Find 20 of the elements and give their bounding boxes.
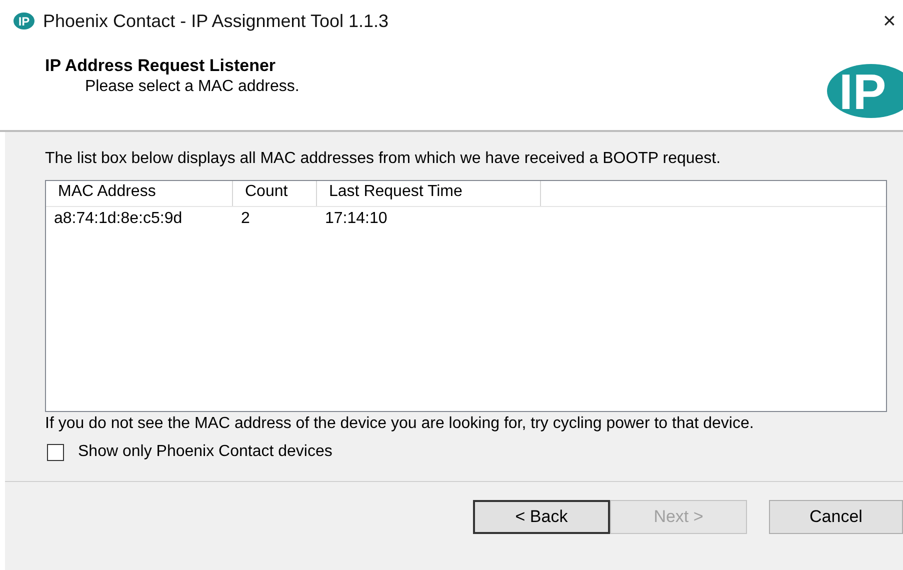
mac-list[interactable]: MAC Address Count Last Request Time a8:74:1d:8e:c5:9d 2 17:14:10 (45, 180, 887, 412)
list-row[interactable]: a8:74:1d:8e:c5:9d 2 17:14:10 (46, 207, 886, 231)
hint-text: If you do not see the MAC address of the device you are looking for, try cycling power to that device. (45, 414, 755, 433)
checkbox[interactable] (47, 444, 64, 460)
close-button[interactable]: × (883, 8, 903, 34)
logo: IP (827, 64, 903, 118)
wizard-button[interactable]: < Back (473, 500, 610, 534)
checkbox-label: Show only Phoenix Contact devices (78, 443, 332, 461)
column-header[interactable]: MAC Address (46, 181, 233, 206)
table-cell-text: a8:74:1d:8e:c5:9d (53, 210, 184, 228)
window-title: Phoenix Contact - IP Assignment Tool 1.1.3 (43, 10, 390, 32)
table-cell-text: 2 (240, 210, 251, 228)
intro-text: The list box below displays all MAC addresses from which we have received a BOOTP request. (45, 150, 722, 168)
page-subtitle: Please select a MAC address. (84, 78, 300, 96)
column-header[interactable]: Last Request Time (317, 181, 541, 206)
wizard-button[interactable]: Cancel (769, 500, 903, 534)
table-cell-text: 17:14:10 (324, 210, 388, 228)
page-title: IP Address Request Listener (45, 56, 277, 76)
column-header[interactable]: Count (233, 181, 317, 206)
app-icon: IP (13, 12, 35, 30)
